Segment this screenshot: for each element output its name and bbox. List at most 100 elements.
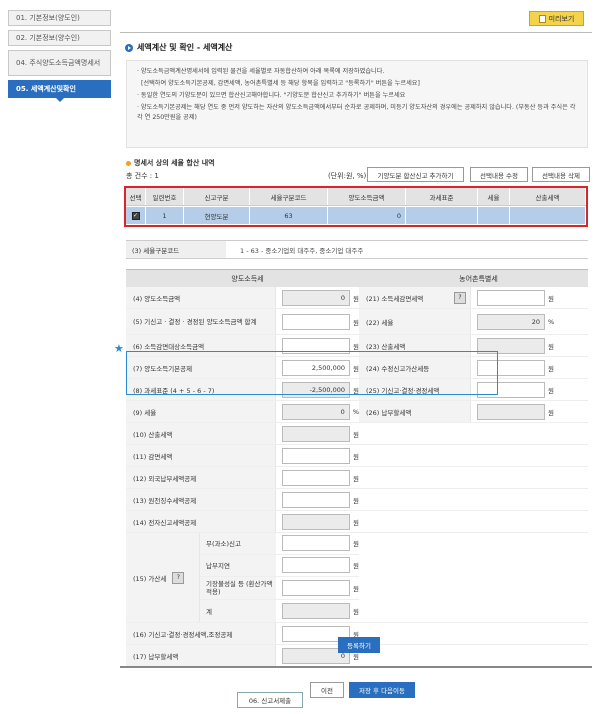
rate-code-label: (3) 세율구분코드 xyxy=(126,241,226,258)
unit: 원 xyxy=(353,584,359,593)
help-button[interactable]: ? xyxy=(454,291,466,304)
help-button[interactable]: ? xyxy=(172,571,185,584)
col-rate-code: 세율구분코드 xyxy=(250,188,328,205)
notice-line: · 양도소득기본공제는 해당 연도 중 먼저 양도하는 자산의 양도소득금액에서… xyxy=(137,104,576,121)
penalty-group: (15) 가산세? 무(과소)신고 원 납부지연 원 기장불성실 등 (환산가액… xyxy=(126,533,588,623)
col-rate: 세율 xyxy=(478,188,510,205)
penalty-label: (15) 가산세? xyxy=(126,533,200,622)
notice-line: · 동일한 연도의 기양도분이 있으면 합산신고해야합니다. "기양도분 합산신… xyxy=(137,92,406,99)
cell-serial: 1 xyxy=(146,207,184,224)
field-label: (22) 세율 xyxy=(359,309,471,334)
withholding-credit-field[interactable] xyxy=(282,491,350,508)
cell-rate xyxy=(478,207,510,224)
unit: 원 xyxy=(548,408,554,417)
unit-label: (단위:원, %) xyxy=(328,172,367,180)
field-label: (13) 원천징수세액공제 xyxy=(126,489,276,510)
label-text: (15) 가산세 xyxy=(133,574,167,583)
prior-income-field[interactable] xyxy=(282,313,350,330)
sidebar-item-stock-statement[interactable]: 04. 주식양도소득금액명세서 xyxy=(8,50,111,76)
sidebar-item-label: 01. 기본정보(양도인) xyxy=(16,14,80,22)
col-serial: 일련번호 xyxy=(146,188,184,205)
late-payment-field[interactable] xyxy=(282,557,350,574)
form-row: (14) 전자신고세액공제 원 xyxy=(126,511,588,533)
section-title: 명세서 상의 세율 합산 내역 xyxy=(126,158,215,168)
label-text: (21) 소득세감면세액 xyxy=(366,294,424,303)
form-row: (4) 양도소득금액 0원 (21) 소득세감면세액? 원 xyxy=(126,287,588,309)
form-row: (5) 기신고 · 결정 · 경정된 양도소득금액 합계 원 (22) 세율 2… xyxy=(126,309,588,335)
section-title-text: 명세서 상의 세율 합산 내역 xyxy=(134,159,215,167)
save-next-button[interactable]: 저장 후 다음이동 xyxy=(349,682,415,698)
reduction-tax-field[interactable] xyxy=(282,447,350,464)
preview-button[interactable]: 미리보기 xyxy=(529,11,584,26)
rural-tax-reduction-field[interactable] xyxy=(477,289,545,306)
field-label: (4) 양도소득금액 xyxy=(126,287,276,308)
income-tax-header: 양도소득세 xyxy=(231,274,264,283)
divider xyxy=(120,32,592,33)
bookkeeping-penalty-field[interactable] xyxy=(282,579,350,596)
cell-tax-base xyxy=(406,207,478,224)
delete-selected-button[interactable]: 선택내용 삭제 xyxy=(532,167,590,182)
sidebar-item-label: 04. 주식양도소득금액명세서 xyxy=(16,58,101,67)
preview-label: 미리보기 xyxy=(548,14,575,23)
sidebar-item-submit[interactable]: 06. 신고서제출 xyxy=(237,692,303,708)
play-icon xyxy=(125,43,133,52)
sub-label: 계 xyxy=(200,600,276,623)
sidebar-item-label: 06. 신고서제출 xyxy=(248,697,292,705)
row-select[interactable]: ✓ xyxy=(126,207,146,224)
sidebar-item-label: 05. 세액계산및확인 xyxy=(16,85,76,93)
sidebar-item-tax-calc[interactable]: 05. 세액계산및확인 xyxy=(8,80,111,102)
step-sidebar: 01. 기본정보(양도인) 02. 기본정보(양수인) 04. 주식양도소득금액… xyxy=(8,10,303,708)
sidebar-item-seller-info[interactable]: 01. 기본정보(양도인) xyxy=(8,10,111,26)
unit: 원 xyxy=(353,452,359,461)
form-row: (12) 외국납부세액공제 원 xyxy=(126,467,588,489)
sidebar-item-label: 02. 기본정보(양수인) xyxy=(16,34,80,42)
edit-selected-button[interactable]: 선택내용 수정 xyxy=(470,167,528,182)
form-row: (13) 원천징수세액공제 원 xyxy=(126,489,588,511)
unit: 원 xyxy=(548,294,554,303)
foreign-tax-credit-field[interactable] xyxy=(282,469,350,486)
field-label: (12) 외국납부세액공제 xyxy=(126,467,276,488)
table-row[interactable]: ✓ 1 현양도분 63 0 xyxy=(126,207,586,224)
unit: 원 xyxy=(353,562,359,571)
col-income: 양도소득금액 xyxy=(328,188,406,205)
rural-rate-field: 20 xyxy=(477,313,545,330)
unit: 원 xyxy=(353,474,359,483)
form-row: (11) 감면세액 원 xyxy=(126,445,588,467)
field-label: (26) 납부할세액 xyxy=(359,401,471,422)
field-label: (11) 감면세액 xyxy=(126,445,276,466)
cell-tax xyxy=(510,207,586,224)
calc-tax-field xyxy=(282,425,350,442)
penalty-total-field xyxy=(282,603,350,620)
notice-box: · 양도소득금액계산명세서에 입력된 물건을 세율별로 자동합산하여 아래 목록… xyxy=(126,60,588,148)
rate-code-row: (3) 세율구분코드 1 - 63 - 중소기업외 대주주, 중소기업 대주주 xyxy=(126,240,588,259)
register-button[interactable]: 등록하기 xyxy=(338,637,380,653)
add-prior-sale-button[interactable]: 기양도분 합산신고 추가하기 xyxy=(367,167,464,182)
rate-field: 0 xyxy=(282,403,350,420)
col-report-type: 신고구분 xyxy=(184,188,250,205)
divider xyxy=(120,666,592,668)
no-report-penalty-field[interactable] xyxy=(282,535,350,552)
field-label: (9) 세율 xyxy=(126,401,276,422)
e-filing-credit-field xyxy=(282,513,350,530)
star-icon: ★ xyxy=(114,342,124,355)
field-label: (10) 산출세액 xyxy=(126,423,276,444)
rural-payable-field xyxy=(477,403,545,420)
unit: 원 xyxy=(353,540,359,549)
col-tax: 산출세액 xyxy=(510,188,586,205)
tax-form: 양도소득세 농어촌특별세 (4) 양도소득금액 0 원 (21) 소득세감면세액?… xyxy=(126,269,588,667)
sidebar-item-buyer-info[interactable]: 02. 기본정보(양수인) xyxy=(8,30,111,46)
income-amount-field: 0 xyxy=(282,289,350,306)
prev-button[interactable]: 이전 xyxy=(310,682,344,698)
form-row: (10) 산출세액 원 xyxy=(126,423,588,445)
total-count: 총 건수 : 1 xyxy=(126,172,159,180)
unit: 원 xyxy=(548,386,554,395)
sub-label: 납부지연 xyxy=(200,554,276,576)
unit: 원 xyxy=(548,364,554,373)
field-label: (16) 기신고·결정·경정세액,조정공제 xyxy=(126,623,276,644)
page-title: 세액계산 및 확인 - 세액계산 xyxy=(125,42,232,53)
rural-tax-header: 농어촌특별세 xyxy=(459,274,498,283)
checkbox[interactable]: ✓ xyxy=(131,211,140,220)
notice-line: · 양도소득금액계산명세서에 입력된 물건을 세율별로 자동합산하여 아래 목록… xyxy=(137,68,385,75)
form-header: 양도소득세 농어촌특별세 xyxy=(126,269,588,287)
table-header: 선택 일련번호 신고구분 세율구분코드 양도소득금액 과세표준 세율 산출세액 xyxy=(126,188,586,206)
